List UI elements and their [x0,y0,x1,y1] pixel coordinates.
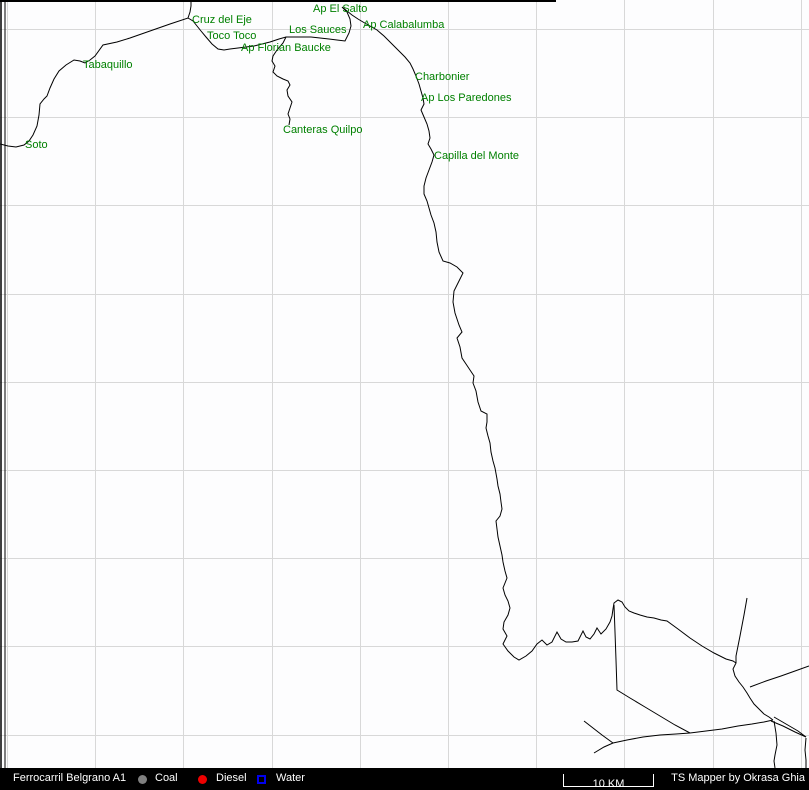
track-wsw-line [594,720,773,753]
credit-text: TS Mapper by Okrasa Ghia [671,772,805,785]
grid-lines [0,0,809,768]
route-boundary [0,0,556,768]
legend-label: Diesel [216,772,247,785]
track-east-branch [750,666,809,687]
track-cruz-del-eje-north-branch [188,0,191,18]
track-north-straight-line [736,598,747,663]
water-swatch-icon [257,775,266,784]
track-apex-south-line [805,738,806,768]
legend-label: Water [276,772,305,785]
railway-tracks [0,0,809,768]
scale-label: 10 KM [593,778,625,790]
legend: Coal Diesel Water [0,768,560,790]
legend-label: Coal [155,772,178,785]
track-main-line [0,7,773,720]
ts-mapper-window: Cruz del EjeToco TocoAp El SaltoLos Sauc… [0,0,809,790]
status-bar: Ferrocarril Belgrano A1 CoalDieselWater … [0,768,809,790]
scale-bar: 10 KM [563,774,654,787]
map-canvas[interactable] [0,0,809,768]
track-wsw-stub [584,721,613,743]
diesel-swatch-icon [198,775,207,784]
coal-swatch-icon [138,775,147,784]
track-south-junction-line [774,721,777,768]
track-steep-diagonal-branch [614,605,690,733]
track-canteras-quilpo-branch [272,37,292,125]
